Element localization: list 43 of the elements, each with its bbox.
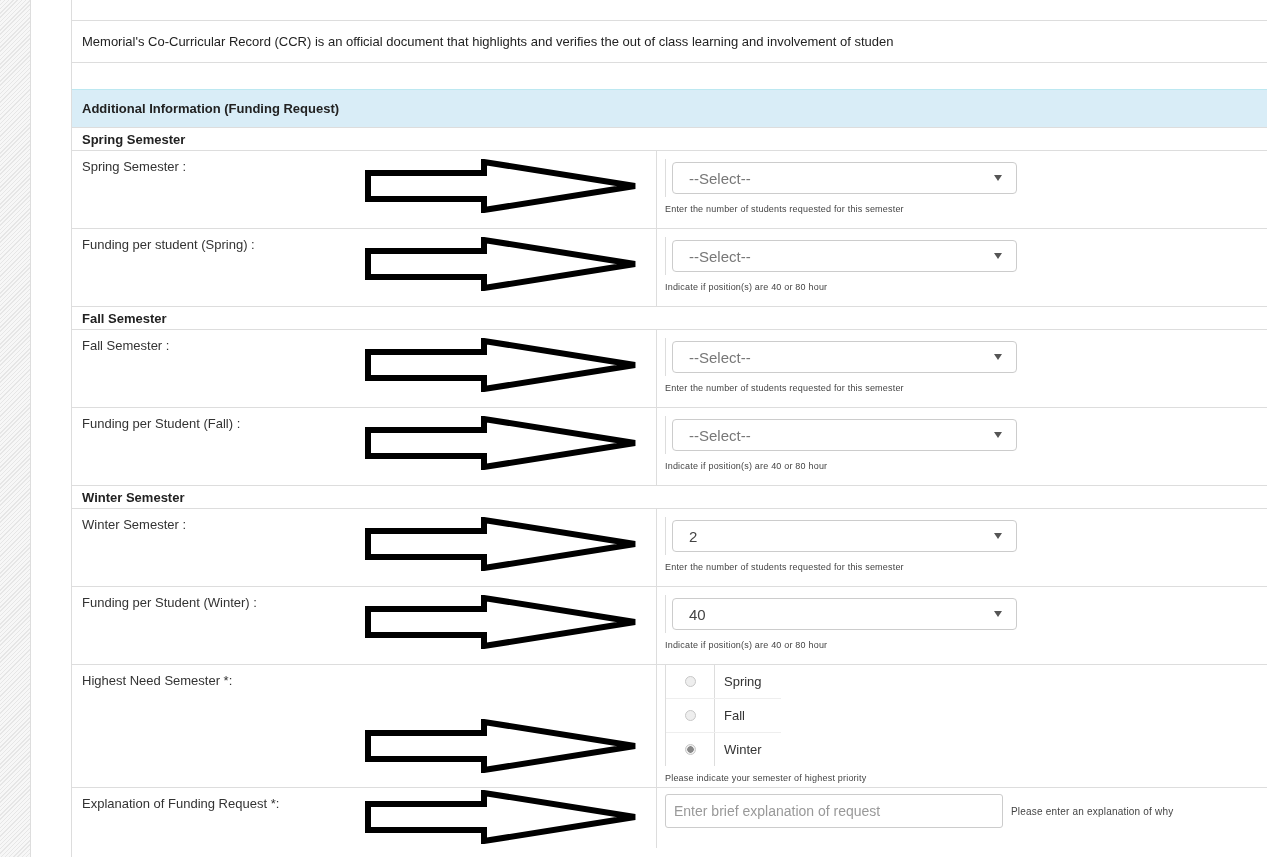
field-label: Highest Need Semester *: — [82, 673, 233, 688]
dropdown[interactable]: 2 — [672, 520, 1017, 552]
caret-icon — [994, 354, 1002, 360]
caret-icon — [994, 175, 1002, 181]
caret-icon — [994, 253, 1002, 259]
section-heading: Spring Semester — [72, 128, 1267, 151]
radio-option[interactable]: Winter — [666, 733, 781, 766]
caret-icon — [994, 533, 1002, 539]
help-text: Enter the number of students requested for this semester — [665, 204, 905, 214]
text-input[interactable]: Enter brief explanation of request — [665, 794, 1003, 828]
radio-button[interactable] — [684, 676, 696, 687]
dropdown[interactable]: 40 — [672, 598, 1017, 630]
dropdown[interactable]: --Select-- — [672, 162, 1017, 194]
radio-button[interactable] — [684, 744, 696, 755]
radio-label: Winter — [723, 742, 762, 757]
radio-label: Spring — [723, 674, 762, 689]
field-label: Fall Semester : — [82, 338, 170, 353]
help-text: Please indicate your semester of highest priority — [665, 773, 868, 783]
help-text: Indicate if position(s) are 40 or 80 hour — [665, 640, 829, 650]
radio-option[interactable]: Spring — [666, 665, 781, 699]
field-label: Winter Semester : — [82, 517, 187, 532]
dropdown[interactable]: --Select-- — [672, 240, 1017, 272]
radio-option[interactable]: Fall — [666, 699, 781, 733]
panel-title: Additional Information (Funding Request) — [72, 89, 1267, 128]
help-text: Enter the number of students requested for this semester — [665, 562, 905, 572]
caret-icon — [994, 432, 1002, 438]
help-text: Indicate if position(s) are 40 or 80 hour — [665, 282, 829, 292]
caret-icon — [994, 611, 1002, 617]
field-label: Explanation of Funding Request *: — [82, 796, 280, 811]
radio-label: Fall — [723, 708, 745, 723]
field-label: Spring Semester : — [82, 159, 187, 174]
field-label: Funding per Student (Winter) : — [82, 595, 257, 610]
section-heading: Fall Semester — [72, 307, 1267, 330]
field-label: Funding per student (Spring) : — [82, 237, 255, 252]
help-text: Indicate if position(s) are 40 or 80 hour — [665, 461, 829, 471]
field-label: Funding per Student (Fall) : — [82, 416, 241, 431]
radio-button[interactable] — [684, 710, 696, 721]
section-heading: Winter Semester — [72, 486, 1267, 509]
help-text: Enter the number of students requested for this semester — [665, 383, 905, 393]
dropdown[interactable]: --Select-- — [672, 341, 1017, 373]
intro-text: Memorial's Co-Curricular Record (CCR) is an official document that highlights and verifies the out of class learning and involvement of studen — [72, 21, 1267, 63]
help-text: Please enter an explanation of why — [1011, 805, 1174, 817]
dropdown[interactable]: --Select-- — [672, 419, 1017, 451]
